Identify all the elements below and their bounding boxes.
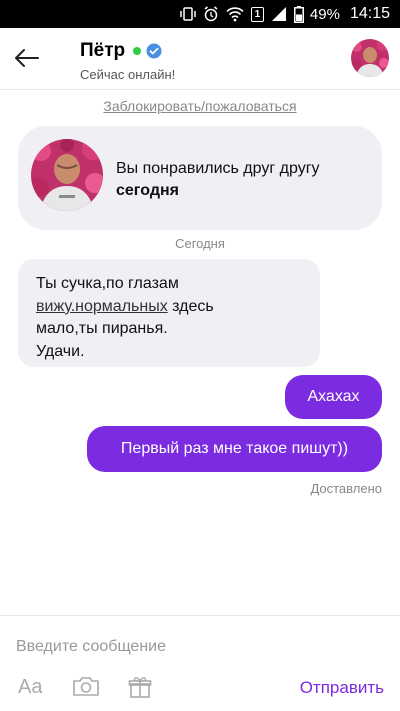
incoming-line-2-rest: здесь <box>167 297 214 315</box>
vibrate-icon <box>180 6 196 22</box>
wifi-icon <box>226 6 244 22</box>
message-input[interactable] <box>16 634 376 660</box>
back-arrow-icon[interactable] <box>14 48 40 68</box>
incoming-message[interactable]: Ты сучка,по глазам вижу.нормальных здесь… <box>18 259 320 367</box>
status-bar: 1 49% 14:15 <box>0 0 400 28</box>
alarm-icon <box>203 6 219 22</box>
contact-avatar[interactable] <box>351 39 389 77</box>
battery-icon <box>293 5 304 23</box>
gift-icon[interactable] <box>128 675 152 704</box>
match-text: Вы понравились друг другу сегодня <box>116 158 320 202</box>
camera-icon[interactable] <box>72 675 100 702</box>
contact-name-row[interactable]: Пётр <box>80 40 162 62</box>
incoming-line-2: вижу.нормальных здесь <box>36 296 302 319</box>
text-format-icon[interactable]: Aa <box>18 676 42 699</box>
clock: 14:15 <box>349 5 390 22</box>
chat-header: Пётр Сейчас онлайн! <box>0 28 400 90</box>
incoming-line-4: Удачи. <box>36 342 85 360</box>
send-button[interactable]: Отправить <box>300 678 384 698</box>
sim-indicator: 1 <box>250 6 264 22</box>
day-separator: Сегодня <box>175 236 225 251</box>
signal-icon <box>271 6 287 22</box>
outgoing-message[interactable]: Ахахах <box>285 375 382 419</box>
incoming-line-1: Ты сучка,по глазам <box>36 275 179 292</box>
outgoing-message-text: Ахахах <box>307 388 360 405</box>
delivery-status: Доставлено <box>310 481 382 496</box>
incoming-link[interactable]: вижу.нормальных <box>36 298 168 315</box>
online-status: Сейчас онлайн! <box>80 67 176 82</box>
message-composer: Aa Отправить <box>0 615 400 711</box>
verified-badge-icon <box>146 43 162 59</box>
incoming-line-3: мало,ты пиранья. <box>36 320 168 337</box>
contact-name: Пётр <box>80 40 126 61</box>
block-report-link[interactable]: Заблокировать/пожаловаться <box>0 98 400 114</box>
match-message: Вы понравились друг другу <box>116 160 320 177</box>
match-avatar[interactable] <box>31 139 103 211</box>
battery-percent: 49% <box>309 5 340 23</box>
match-card: Вы понравились друг другу сегодня <box>18 126 382 230</box>
outgoing-message-text: Первый раз мне такое пишут)) <box>120 440 349 457</box>
match-date: сегодня <box>116 182 179 199</box>
online-indicator <box>133 47 142 55</box>
outgoing-message[interactable]: Первый раз мне такое пишут)) <box>87 426 382 472</box>
